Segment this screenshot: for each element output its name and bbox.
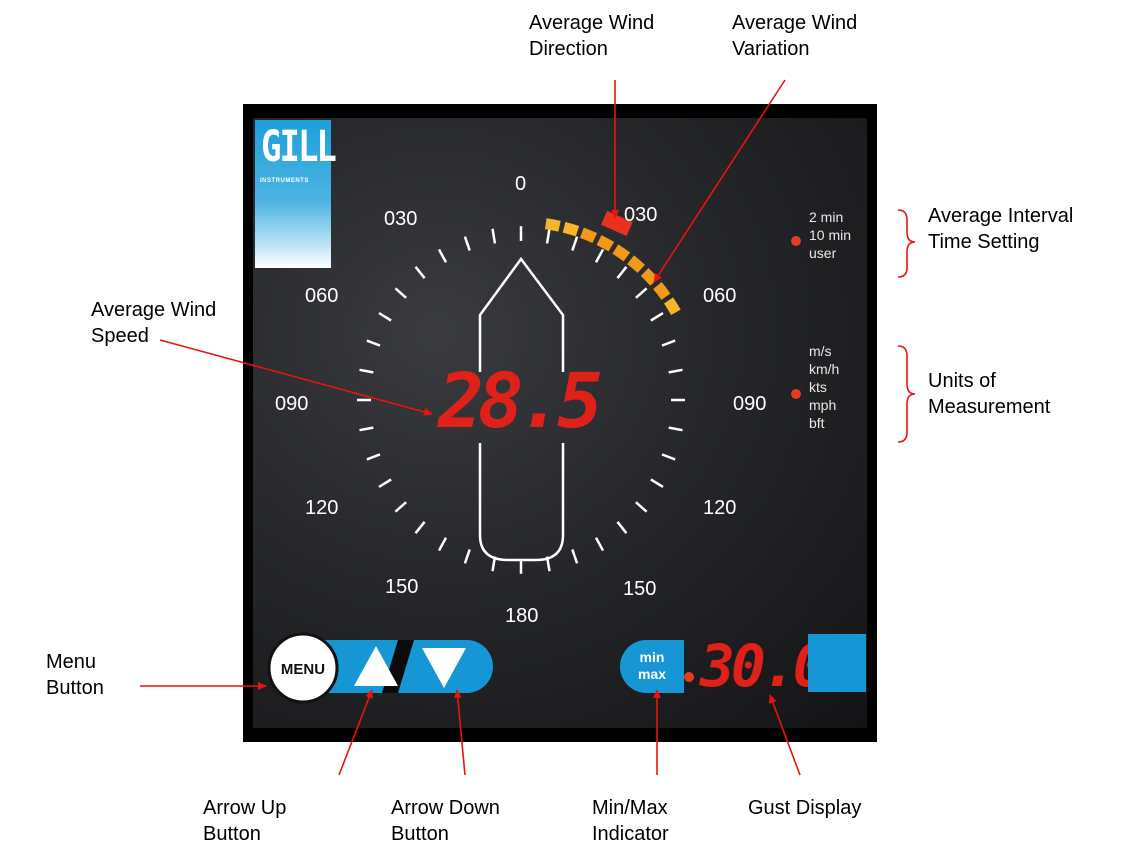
brace-units xyxy=(897,345,916,443)
arrow-avg-wind-speed xyxy=(159,339,433,416)
arrow-up-button-pointer xyxy=(338,689,373,776)
arrow-down-button-pointer xyxy=(453,689,466,776)
callout-arrows xyxy=(140,79,916,776)
brace-interval xyxy=(897,209,916,278)
arrow-avg-wind-variation xyxy=(653,79,786,283)
arrow-gust-display xyxy=(769,694,801,776)
